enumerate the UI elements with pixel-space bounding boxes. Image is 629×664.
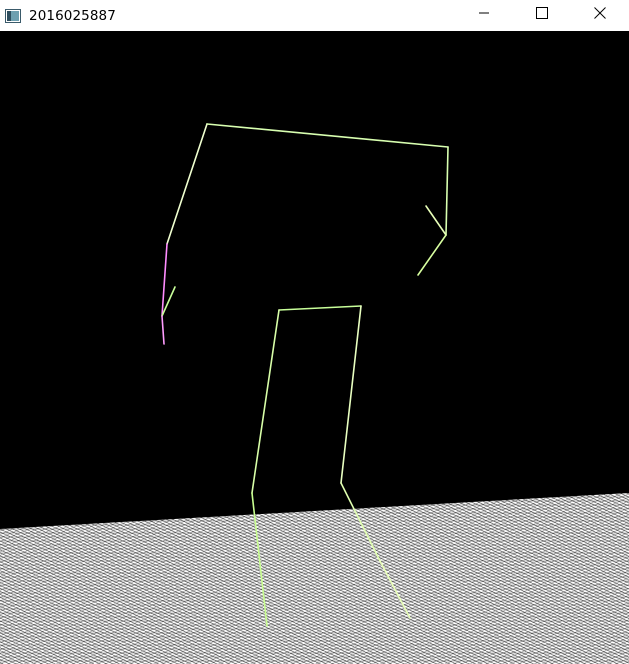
- minimize-icon: [479, 12, 489, 14]
- caption-buttons: [455, 0, 629, 31]
- maximize-icon: [536, 7, 548, 19]
- application-window: 2016025887: [0, 0, 629, 664]
- title-bar[interactable]: 2016025887: [0, 0, 629, 31]
- minimize-button[interactable]: [455, 0, 513, 26]
- window-title: 2016025887: [29, 7, 116, 24]
- close-icon: [594, 7, 606, 19]
- opengl-viewport[interactable]: [0, 31, 629, 664]
- close-button[interactable]: [571, 0, 629, 26]
- window-app-icon: [5, 8, 21, 23]
- scene-canvas: [0, 31, 629, 664]
- maximize-button[interactable]: [513, 0, 571, 26]
